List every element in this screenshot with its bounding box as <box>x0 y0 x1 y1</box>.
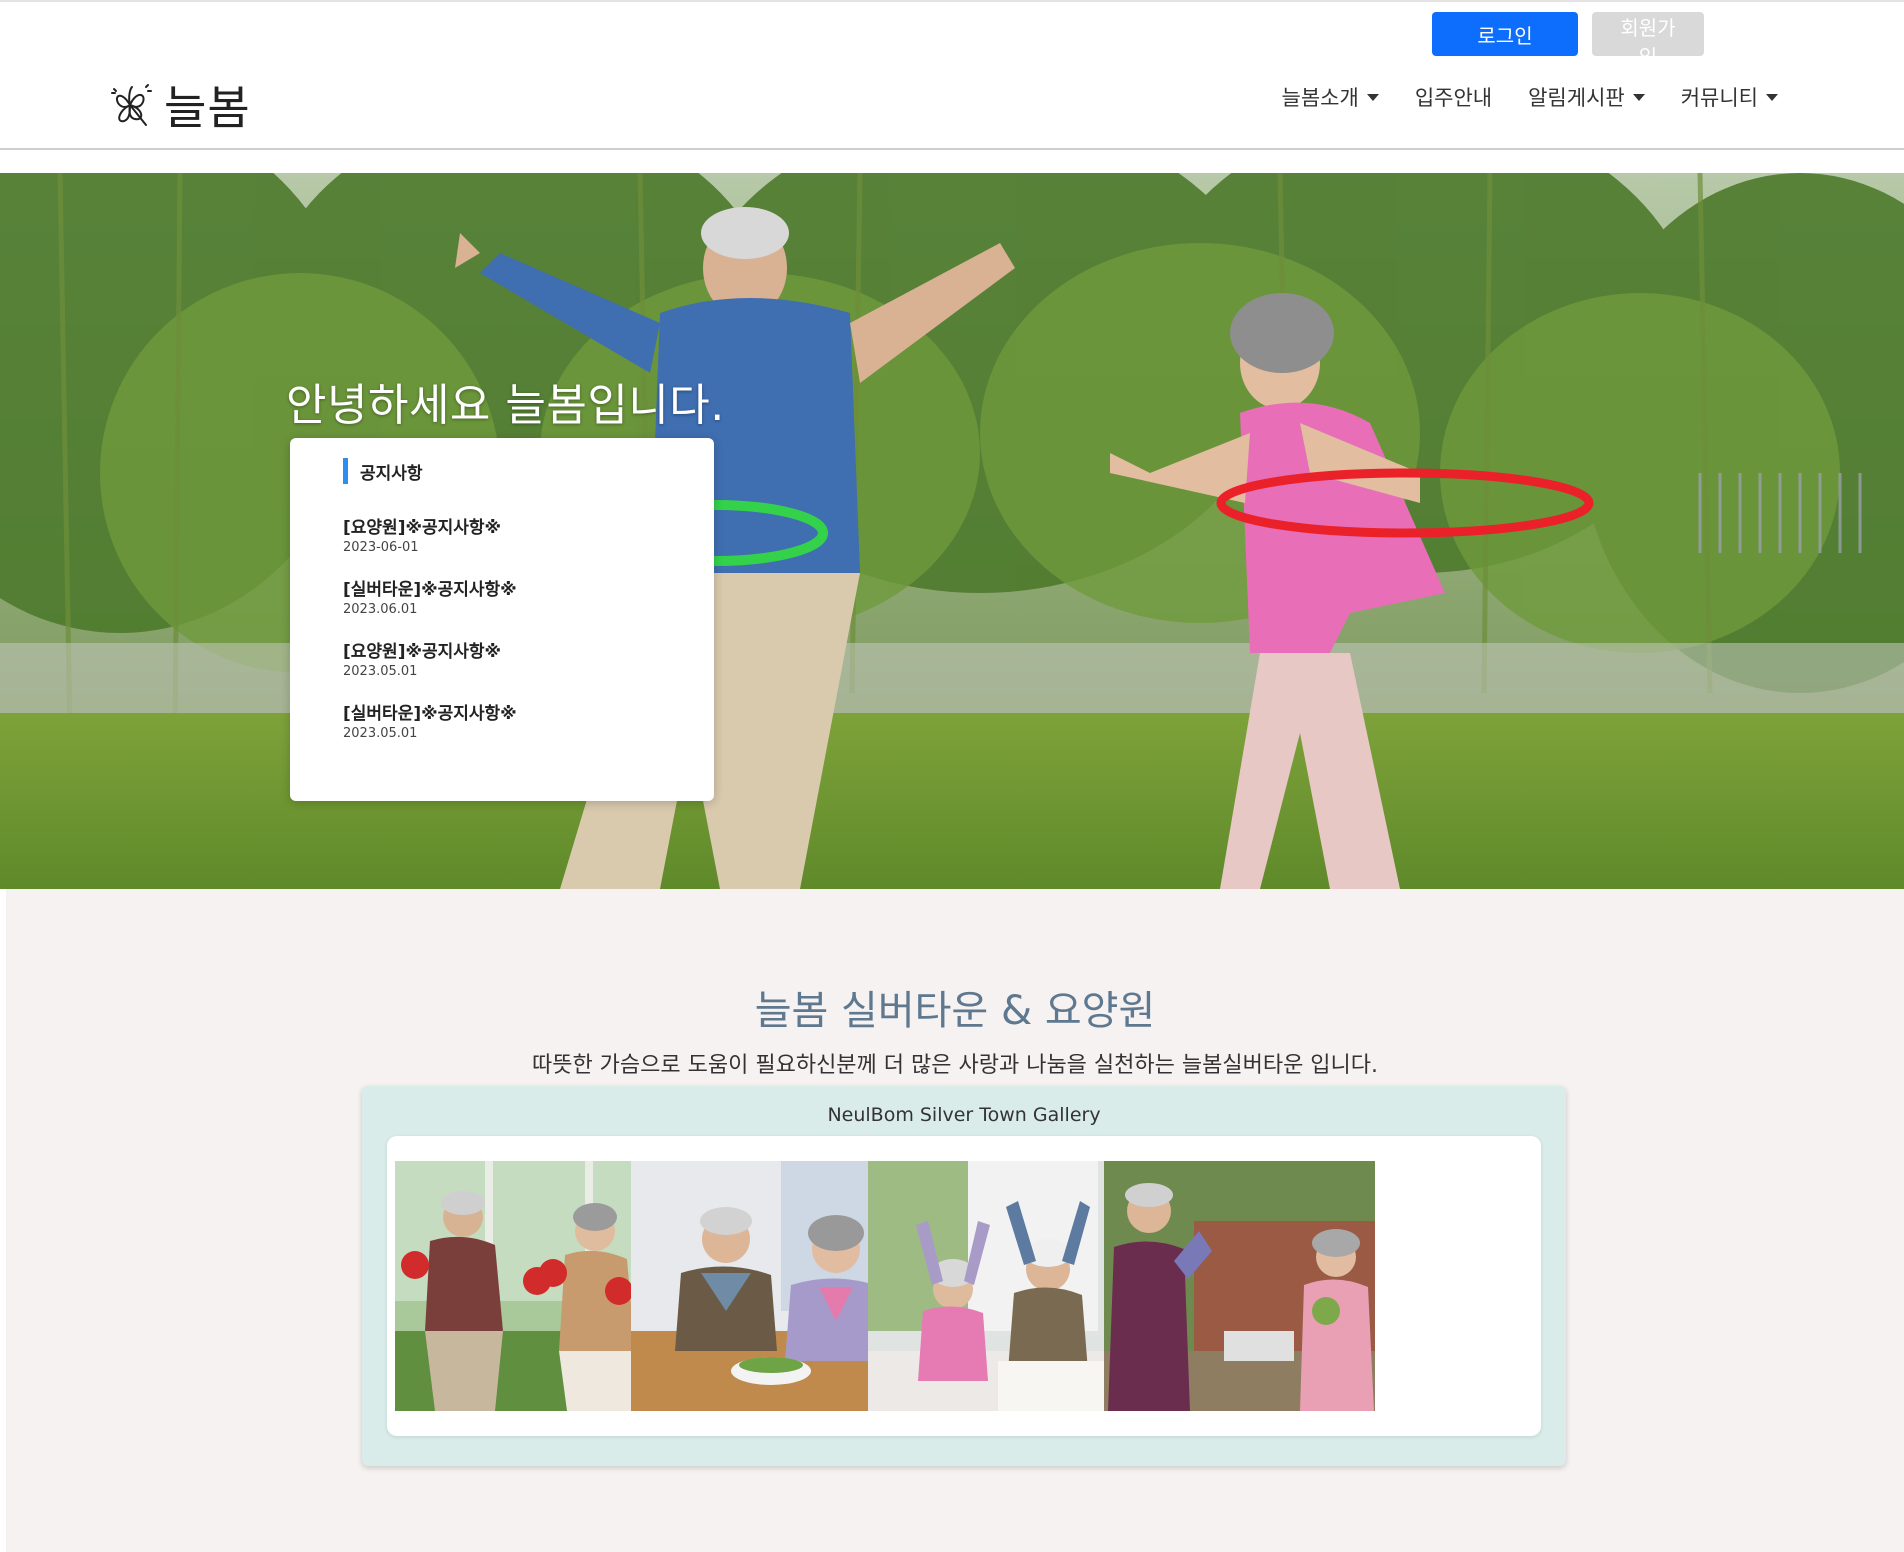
nav-item-label: 늘봄소개 <box>1281 86 1359 110</box>
auth-buttons: 로그인 회원가입 <box>1432 12 1704 69</box>
clover-flower-icon <box>106 81 154 129</box>
notice-item-date: 2023.05.01 <box>343 726 418 741</box>
intro-title: 늘봄 실버타운 & 요양원 <box>754 988 1156 1035</box>
nav-item-about[interactable]: 늘봄소개 <box>1282 82 1379 112</box>
notice-item[interactable]: [실버타운]※공지사항※ 2023.06.01 <box>343 580 714 620</box>
notice-accent-bar <box>343 458 348 484</box>
gallery-title: NeulBom Silver Town Gallery <box>827 1104 1101 1126</box>
hero-image <box>0 173 1904 889</box>
gallery-photo-stretching[interactable] <box>868 1161 1139 1411</box>
main-nav: 늘봄소개 입주안내 알림게시판 커뮤니티 <box>1282 82 1778 112</box>
intro-section: 늘봄 실버타운 & 요양원 따뜻한 가슴으로 도움이 필요하신분께 더 많은 사… <box>6 889 1904 1552</box>
notice-label: 공지사항 <box>360 463 423 484</box>
caret-down-icon <box>1366 93 1379 101</box>
notice-item-title[interactable]: [요양원]※공지사항※ <box>343 642 714 662</box>
gallery-photo-boxing[interactable] <box>395 1161 666 1411</box>
notice-item-date: 2023.06.01 <box>343 602 418 617</box>
notice-item[interactable]: [요양원]※공지사항※ 2023-06-01 <box>343 518 714 558</box>
notice-item-title[interactable]: [실버타운]※공지사항※ <box>343 580 714 600</box>
notice-item-date: 2023.05.01 <box>343 664 418 679</box>
caret-down-icon <box>1766 93 1778 101</box>
gallery-strip <box>387 1136 1541 1436</box>
notice-item[interactable]: [요양원]※공지사항※ 2023.05.01 <box>343 642 714 682</box>
gallery-card: NeulBom Silver Town Gallery <box>362 1086 1566 1466</box>
nav-item-notices[interactable]: 알림게시판 <box>1528 82 1645 112</box>
gallery-photo-gardening[interactable] <box>1104 1161 1375 1411</box>
logo-text: 늘봄 <box>164 81 251 135</box>
notice-item-title[interactable]: [요양원]※공지사항※ <box>343 518 714 538</box>
site-logo[interactable]: 늘봄 <box>106 72 251 138</box>
nav-item-community[interactable]: 커뮤니티 <box>1681 82 1778 112</box>
intro-subtitle: 따뜻한 가슴으로 도움이 필요하신분께 더 많은 사랑과 나눔을 실천하는 늘봄… <box>531 1053 1379 1078</box>
nav-item-label: 알림게시판 <box>1528 86 1625 110</box>
nav-item-admission[interactable]: 입주안내 <box>1415 82 1492 112</box>
gallery-photo-salad[interactable] <box>631 1161 902 1411</box>
login-button[interactable]: 로그인 <box>1432 12 1578 56</box>
hero-title: 안녕하세요 늘봄입니다. <box>286 380 725 431</box>
join-button[interactable]: 회원가입 <box>1592 12 1704 69</box>
notice-header: 공지사항 <box>343 458 714 484</box>
nav-item-label: 커뮤니티 <box>1680 86 1758 110</box>
notice-item-title[interactable]: [실버타운]※공지사항※ <box>343 704 714 724</box>
site-header: 로그인 회원가입 늘봄 늘봄소개 입주안내 알림게시판 커뮤니티 <box>0 0 1904 150</box>
notice-item[interactable]: [실버타운]※공지사항※ 2023.05.01 <box>343 704 714 744</box>
nav-item-label: 입주안내 <box>1414 86 1493 110</box>
notice-item-date: 2023-06-01 <box>343 540 419 555</box>
notice-card: 공지사항 [요양원]※공지사항※ 2023-06-01 [실버타운]※공지사항※… <box>290 438 714 801</box>
hero-banner: 안녕하세요 늘봄입니다. 공지사항 [요양원]※공지사항※ 2023-06-01… <box>0 173 1904 889</box>
caret-down-icon <box>1632 93 1645 101</box>
notice-list: [요양원]※공지사항※ 2023-06-01 [실버타운]※공지사항※ 2023… <box>343 518 714 744</box>
